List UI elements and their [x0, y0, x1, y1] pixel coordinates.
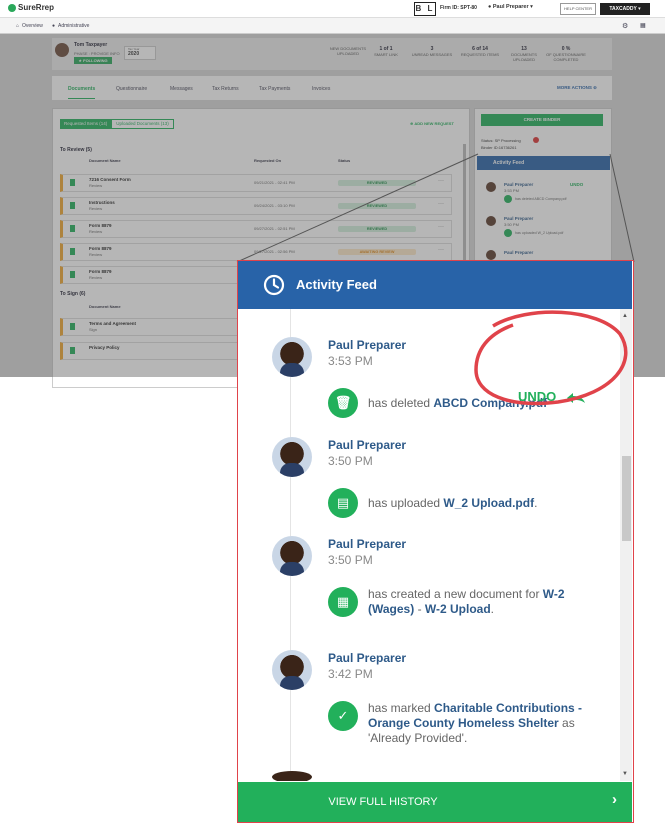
feed-user-name[interactable]: Paul Preparer [328, 537, 406, 551]
feed-document-link[interactable]: W_2 Upload.pdf [443, 496, 534, 510]
avatar-shirt [280, 562, 304, 576]
avatar [272, 650, 312, 690]
scroll-down-icon[interactable]: ▼ [622, 771, 628, 777]
feed-document-link[interactable]: W-2 Upload [425, 602, 491, 616]
avatar-shirt [280, 676, 304, 690]
id-card-icon: ▦ [328, 587, 358, 617]
feed-user-name[interactable]: Paul Preparer [328, 651, 406, 665]
chevron-right-icon: › [612, 791, 617, 808]
clock-icon [263, 274, 285, 296]
avatar [272, 437, 312, 477]
feed-action-verb: has uploaded [368, 496, 444, 510]
checkmark-icon: ✓ [328, 701, 358, 731]
activity-feed-title: Activity Feed [296, 277, 377, 292]
avatar-shirt [280, 463, 304, 477]
view-full-history-label: VIEW FULL HISTORY [328, 796, 438, 808]
avatar [272, 771, 312, 781]
feed-action-verb: has marked [368, 701, 435, 715]
feed-action-suffix: . [490, 602, 495, 616]
feed-action-text: has uploaded W_2 Upload.pdf. [368, 496, 608, 511]
feed-time: 3:42 PM [328, 667, 373, 681]
popup-scroll-thumb[interactable] [622, 456, 631, 541]
highlight-ring [474, 310, 628, 406]
document-icon: ▤ [328, 488, 358, 518]
feed-action-suffix: . [534, 496, 538, 510]
feed-user-name[interactable]: Paul Preparer [328, 438, 406, 452]
feed-action-verb: has created a new document for [368, 587, 543, 601]
view-full-history-button[interactable]: VIEW FULL HISTORY › [238, 782, 632, 822]
feed-action-text: has created a new document for W-2 (Wage… [368, 587, 608, 617]
feed-action-text: has marked Charitable Contributions - Or… [368, 701, 608, 746]
feed-time: 3:50 PM [328, 454, 373, 468]
feed-time: 3:50 PM [328, 553, 373, 567]
avatar [272, 536, 312, 576]
feed-action-sep: - [414, 602, 425, 616]
